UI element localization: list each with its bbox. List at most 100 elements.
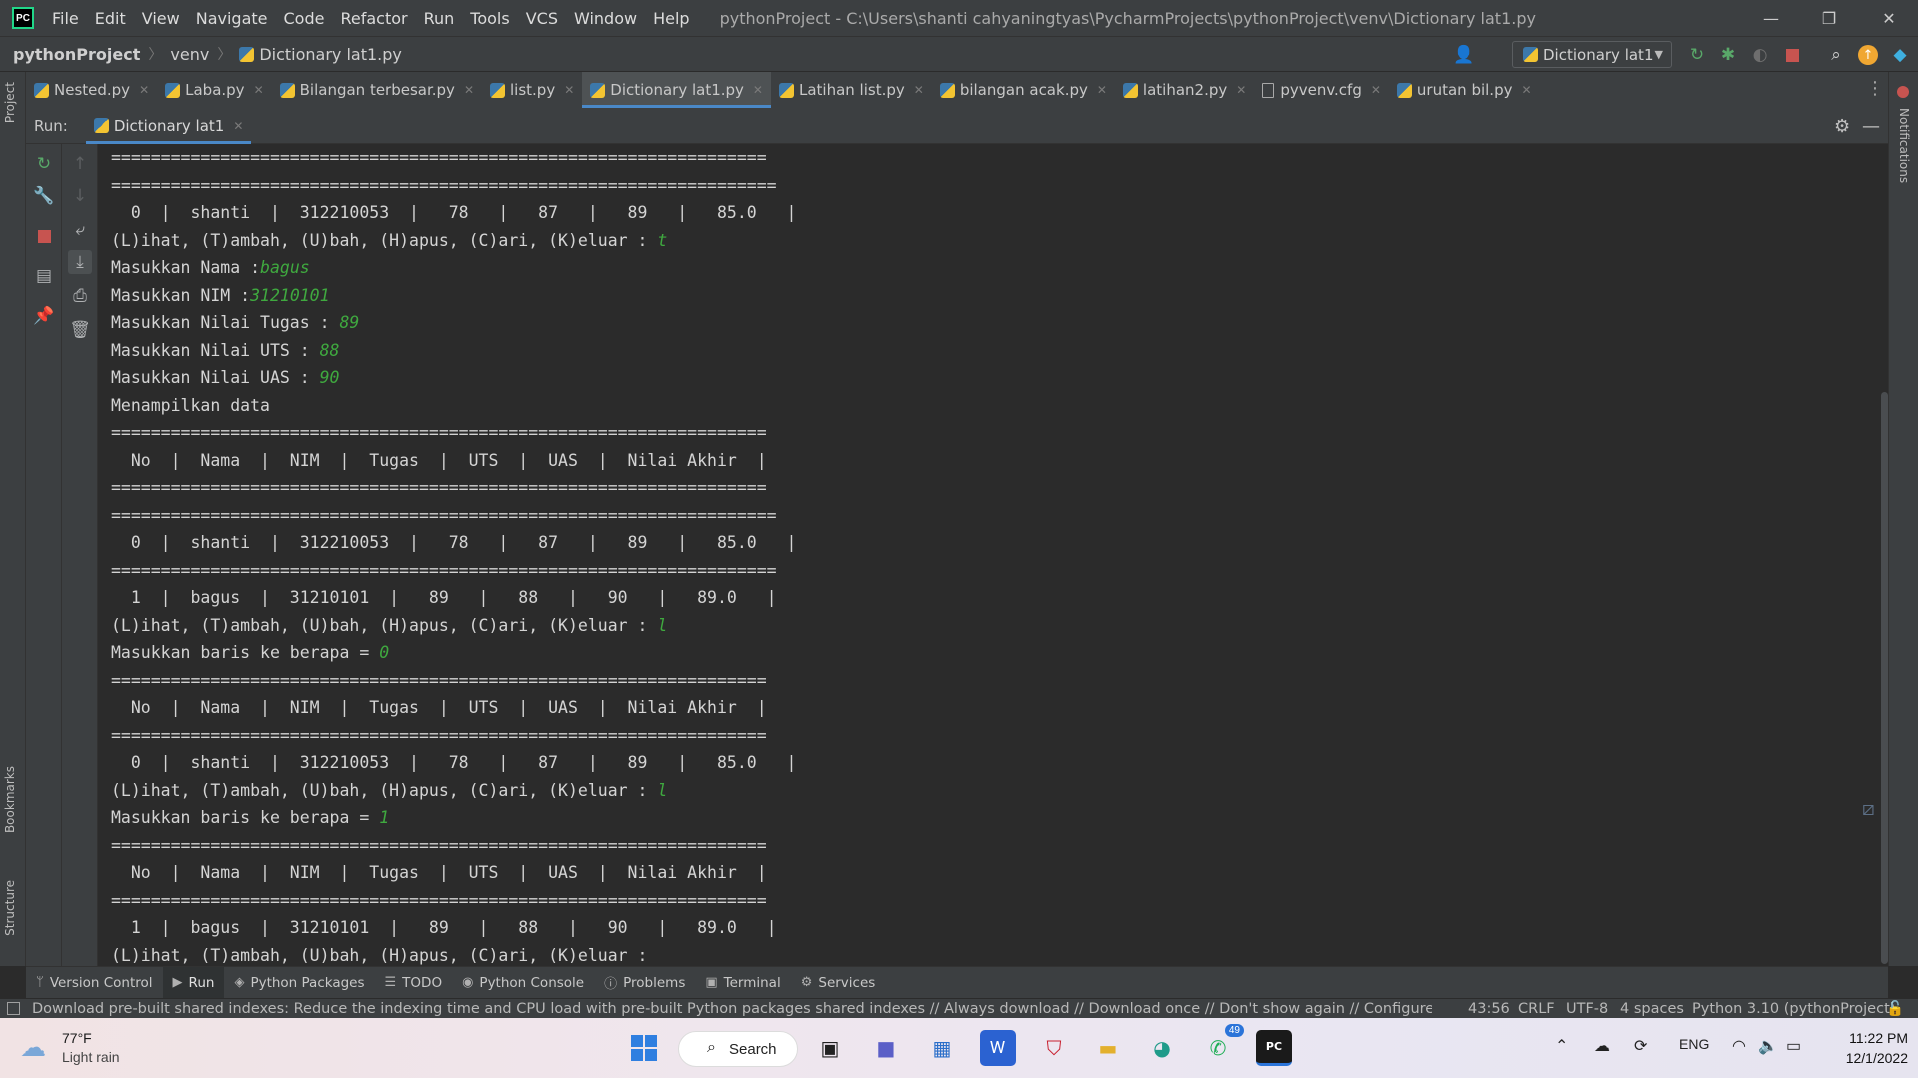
run-configuration-select[interactable]: Dictionary lat1 ▼ [1512,41,1672,68]
teams-chat-icon[interactable]: ■ [868,1030,904,1066]
menu-edit[interactable]: Edit [87,9,134,28]
notifications-tool-tab[interactable]: Notifications [1897,108,1911,183]
editor-tab-dictionary-lat1[interactable]: Dictionary lat1.py ✕ [582,72,771,108]
minimize-panel-icon[interactable]: — [1862,116,1880,137]
onedrive-cloud-icon[interactable]: ☁ [1594,1036,1610,1056]
stop-button[interactable] [32,224,56,248]
ai-assistant-icon[interactable]: ⧄ [1862,796,1884,820]
project-tool-tab[interactable]: Project [3,82,17,123]
close-tab-icon[interactable]: ✕ [254,83,264,97]
restore-button[interactable]: ❐ [1800,0,1858,36]
editor-tab-latihan2[interactable]: latihan2.py ✕ [1115,72,1254,108]
close-tab-icon[interactable]: ✕ [233,119,243,133]
volume-icon[interactable]: 🔈 [1758,1036,1778,1056]
close-tab-icon[interactable]: ✕ [1521,83,1531,97]
pycharm-taskbar-icon[interactable]: PC [1256,1030,1292,1066]
close-tab-icon[interactable]: ✕ [564,83,574,97]
editor-tab-latihan-list[interactable]: Latihan list.py ✕ [771,72,932,108]
editor-tab-urutan-bil[interactable]: urutan bil.py ✕ [1389,72,1540,108]
file-explorer-icon[interactable]: ▬ [1090,1030,1126,1066]
whatsapp-icon[interactable]: ✆ 49 [1200,1024,1244,1066]
menu-tools[interactable]: Tools [462,9,517,28]
close-tab-icon[interactable]: ✕ [464,83,474,97]
scroll-to-end-icon[interactable]: ⤓ [68,250,92,274]
chevron-up-icon[interactable]: ⌃ [1555,1036,1568,1056]
menu-refactor[interactable]: Refactor [332,9,415,28]
tab-version-control[interactable]: ᛘ Version Control [26,967,163,999]
close-tab-icon[interactable]: ✕ [1371,83,1381,97]
console-scrollbar[interactable] [1881,144,1888,966]
wifi-icon[interactable]: ◠ [1732,1036,1746,1056]
lock-icon[interactable]: 🔓 [1886,999,1904,1019]
menu-help[interactable]: Help [645,9,697,28]
coverage-icon[interactable]: ◐ [1748,43,1772,67]
run-console[interactable]: ========================================… [99,144,1881,966]
language-indicator[interactable]: ENG [1679,1036,1709,1052]
print-icon[interactable]: ⎙ [68,284,92,308]
tab-python-console[interactable]: ◉ Python Console [452,967,594,999]
editor-tab-bilangan-terbesar[interactable]: Bilangan terbesar.py ✕ [272,72,482,108]
close-tab-icon[interactable]: ✕ [914,83,924,97]
caret-position[interactable]: 43:56 [1468,999,1510,1019]
notification-bell-icon[interactable] [1897,86,1909,98]
menu-file[interactable]: File [44,9,87,28]
rerun-icon[interactable]: ↻ [1685,43,1709,67]
editor-tab-bilangan-acak[interactable]: bilangan acak.py ✕ [932,72,1115,108]
editor-tab-pyvenv[interactable]: pyvenv.cfg ✕ [1254,72,1389,108]
toolbox-icon[interactable]: ◆ [1888,43,1912,67]
minimize-button[interactable]: — [1742,0,1800,36]
task-view-icon[interactable]: ▣ [812,1030,848,1066]
writing-app-icon[interactable]: Ꮃ [980,1030,1016,1066]
wrench-icon[interactable]: 🔧 [32,184,56,208]
mcafee-icon[interactable]: ⛉ [1036,1030,1072,1066]
scrollbar-thumb[interactable] [1881,392,1888,964]
breadcrumb-venv[interactable]: venv [166,45,213,64]
user-account-icon[interactable]: 👤 [1452,43,1476,67]
editor-tab-nested[interactable]: Nested.py ✕ [26,72,157,108]
menu-view[interactable]: View [134,9,188,28]
pin-icon[interactable]: 📌 [32,304,56,328]
edge-browser-icon[interactable]: ◕ [1144,1030,1180,1066]
close-tab-icon[interactable]: ✕ [1236,83,1246,97]
layout-icon[interactable]: ▤ [32,264,56,288]
windows-start-button[interactable] [626,1030,662,1066]
rerun-icon[interactable]: ↻ [32,152,56,176]
file-encoding[interactable]: UTF-8 [1566,999,1608,1019]
more-tabs-icon[interactable]: ⋮ [1866,78,1884,99]
close-tab-icon[interactable]: ✕ [753,83,763,97]
sync-icon[interactable]: ⟳ [1634,1036,1647,1056]
menu-run[interactable]: Run [416,9,463,28]
soft-wrap-icon[interactable]: ⤶ [68,218,92,242]
update-icon[interactable]: ↑ [1856,43,1880,67]
editor-tab-laba[interactable]: Laba.py ✕ [157,72,272,108]
menu-code[interactable]: Code [276,9,333,28]
bookmarks-tool-tab[interactable]: Bookmarks [3,766,17,833]
tab-todo[interactable]: ☰ TODO [375,967,453,999]
tab-problems[interactable]: ⓘ Problems [594,967,695,999]
python-interpreter[interactable]: Python 3.10 (pythonProject) [1692,999,1895,1019]
search-everywhere-icon[interactable]: ⌕ [1824,43,1848,67]
system-clock[interactable]: 11:22 PM 12/1/2022 [1820,1028,1908,1068]
menu-vcs[interactable]: VCS [518,9,566,28]
toggle-tool-windows-icon[interactable] [7,1002,20,1015]
tab-terminal[interactable]: ▣ Terminal [695,967,790,999]
pycharm-logo-icon[interactable]: PC [12,7,34,29]
taskbar-search[interactable]: ⌕ Search [678,1031,798,1067]
tab-services[interactable]: ⚙ Services [791,967,886,999]
weather-widget[interactable]: ☁ 77°F Light rain [20,1027,170,1069]
breadcrumb-project[interactable]: pythonProject [0,45,144,64]
gear-icon[interactable]: ⚙ [1834,116,1850,137]
close-tab-icon[interactable]: ✕ [139,83,149,97]
run-tab-dictionary-lat1[interactable]: Dictionary lat1 ✕ [85,108,252,144]
line-separator[interactable]: CRLF [1518,999,1555,1019]
close-tab-icon[interactable]: ✕ [1097,83,1107,97]
tab-run[interactable]: ▶ Run [162,966,225,999]
structure-tool-tab[interactable]: Structure [3,880,17,936]
indent-setting[interactable]: 4 spaces [1620,999,1684,1019]
close-button[interactable]: ✕ [1860,0,1918,36]
menu-window[interactable]: Window [566,9,645,28]
status-message[interactable]: Download pre-built shared indexes: Reduc… [32,999,1432,1019]
debug-bug-icon[interactable]: ✱ [1716,43,1740,67]
editor-tab-list[interactable]: list.py ✕ [482,72,582,108]
arrow-down-icon[interactable]: ↓ [68,184,92,208]
